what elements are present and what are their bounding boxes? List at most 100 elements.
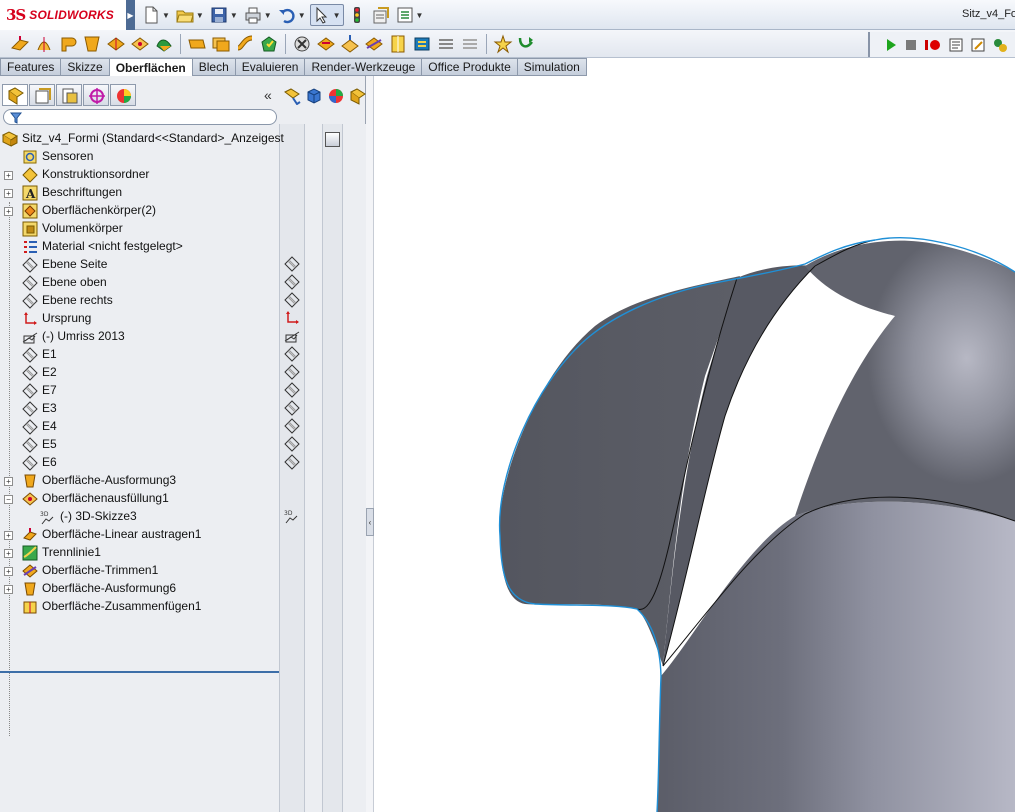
tab-skizze[interactable]: Skizze <box>61 58 110 76</box>
collapse-panel-icon[interactable]: « <box>264 87 272 103</box>
splitter-grip-icon[interactable]: ‹ <box>366 508 374 536</box>
model-view[interactable] <box>375 76 1015 812</box>
chevron-down-icon[interactable]: ▼ <box>298 11 306 20</box>
tab-render-werkzeuge[interactable]: Render-Werkzeuge <box>305 58 423 76</box>
chevron-down-icon[interactable]: ▼ <box>196 11 204 20</box>
tab-configuration-manager[interactable] <box>56 84 82 106</box>
print-button[interactable]: ▼ <box>242 4 274 26</box>
options-button[interactable]: ▼ <box>394 4 426 26</box>
panel-splitter[interactable]: ‹ <box>366 76 374 812</box>
tree-item[interactable]: Material <nicht festgelegt> <box>0 238 279 256</box>
expand-icon[interactable]: + <box>4 585 13 594</box>
knit-surface-icon[interactable] <box>412 34 432 54</box>
extend-surface-icon[interactable] <box>340 34 360 54</box>
hide-show-tree-icon[interactable] <box>283 87 301 105</box>
expand-icon[interactable]: + <box>4 477 13 486</box>
surface-loft-icon[interactable] <box>82 34 102 54</box>
open-document-button[interactable]: ▼ <box>174 4 206 26</box>
save-button[interactable]: ▼ <box>208 4 240 26</box>
tree-item[interactable]: − Oberflächenausfüllung1 <box>0 490 279 508</box>
tab-property-manager[interactable] <box>29 84 55 106</box>
new-macro-icon[interactable] <box>948 37 964 53</box>
expand-icon[interactable]: + <box>4 207 13 216</box>
scene-icon[interactable] <box>349 87 367 105</box>
curves-icon[interactable] <box>517 34 537 54</box>
expand-icon[interactable]: + <box>4 189 13 198</box>
expand-icon[interactable]: + <box>4 567 13 576</box>
record-macro-icon[interactable] <box>924 38 942 52</box>
tree-item[interactable]: Oberfläche-Zusammenfügen1 <box>0 598 279 616</box>
planar-surface-icon[interactable] <box>187 34 207 54</box>
tree-item[interactable]: Sensoren <box>0 148 279 166</box>
tree-item[interactable]: Ebene Seite <box>0 256 279 274</box>
appearance-sphere-icon[interactable] <box>327 87 345 105</box>
untrim-surface-icon[interactable] <box>388 34 408 54</box>
tab-blech[interactable]: Blech <box>192 58 236 76</box>
new-document-button[interactable]: ▼ <box>140 4 172 26</box>
chevron-down-icon[interactable]: ▼ <box>264 11 272 20</box>
tab-oberflaechen[interactable]: Oberflächen <box>109 58 193 77</box>
display-pane-toggle[interactable] <box>325 132 340 147</box>
reference-geometry-icon[interactable] <box>493 34 513 54</box>
tab-dimxpert-manager[interactable] <box>83 84 109 106</box>
chevron-down-icon[interactable]: ▼ <box>230 11 238 20</box>
seat-body-lower[interactable] <box>657 501 1015 812</box>
tab-display-manager[interactable] <box>110 84 136 106</box>
run-macro-icon[interactable] <box>884 38 898 52</box>
display-style-cube-icon[interactable] <box>305 87 323 105</box>
tree-item[interactable]: E3 <box>0 400 279 418</box>
stop-macro-icon[interactable] <box>904 38 918 52</box>
offset-surface-icon[interactable] <box>211 34 231 54</box>
tree-item[interactable]: (-) Umriss 2013 <box>0 328 279 346</box>
tree-filter-input[interactable] <box>3 109 277 125</box>
tree-item[interactable]: E2 <box>0 364 279 382</box>
tab-evaluieren[interactable]: Evaluieren <box>235 58 306 76</box>
tree-item[interactable]: + A Beschriftungen <box>0 184 279 202</box>
tree-root-part[interactable]: Sitz_v4_Formi (Standard<<Standard>_Anzei… <box>0 130 284 148</box>
expand-icon[interactable]: + <box>4 549 13 558</box>
tree-item[interactable]: E6 <box>0 454 279 472</box>
file-properties-button[interactable] <box>370 4 392 26</box>
tree-item[interactable]: + Konstruktionsordner <box>0 166 279 184</box>
tree-item[interactable]: E1 <box>0 346 279 364</box>
tree-item[interactable]: Ursprung <box>0 310 279 328</box>
freeform-icon[interactable] <box>154 34 174 54</box>
ruled-surface-icon[interactable] <box>235 34 255 54</box>
expand-icon[interactable]: + <box>4 531 13 540</box>
tree-item[interactable]: Ebene rechts <box>0 292 279 310</box>
chevron-down-icon[interactable]: ▼ <box>333 11 341 20</box>
tree-item[interactable]: + Oberfläche-Ausformung3 <box>0 472 279 490</box>
undo-button[interactable]: ▼ <box>276 4 308 26</box>
tree-item[interactable]: Ebene oben <box>0 274 279 292</box>
customize-macro-icon[interactable] <box>992 37 1008 53</box>
expand-icon[interactable]: + <box>4 171 13 180</box>
tree-item[interactable]: + Oberfläche-Ausformung6 <box>0 580 279 598</box>
chevron-down-icon[interactable]: ▼ <box>416 11 424 20</box>
trim-surface-icon[interactable] <box>364 34 384 54</box>
tab-features[interactable]: Features <box>0 58 62 76</box>
delete-face-icon[interactable] <box>292 34 312 54</box>
surface-fill-green-icon[interactable] <box>259 34 279 54</box>
tab-feature-manager[interactable] <box>2 84 28 106</box>
tree-item[interactable]: E7 <box>0 382 279 400</box>
chevron-down-icon[interactable]: ▼ <box>162 11 170 20</box>
tab-simulation[interactable]: Simulation <box>517 58 587 76</box>
graphics-area[interactable] <box>375 76 1015 812</box>
rebuild-button[interactable] <box>346 4 368 26</box>
replace-face-icon[interactable] <box>316 34 336 54</box>
tree-item[interactable]: + Oberflächenkörper(2) <box>0 202 279 220</box>
tree-item[interactable]: + Oberfläche-Trimmen1 <box>0 562 279 580</box>
tree-item[interactable]: Volumenkörper <box>0 220 279 238</box>
tree-item[interactable]: E4 <box>0 418 279 436</box>
boundary-surface-icon[interactable] <box>106 34 126 54</box>
collapse-icon[interactable]: − <box>4 495 13 504</box>
solidworks-logo[interactable]: 3S SOLIDWORKS <box>0 0 126 30</box>
menu-expand-arrow[interactable]: ▶ <box>126 0 135 30</box>
filled-surface-icon[interactable] <box>130 34 150 54</box>
tab-office-produkte[interactable]: Office Produkte <box>422 58 518 76</box>
thickened-cut-icon[interactable] <box>460 34 480 54</box>
seat-top-lobe[interactable] <box>795 240 1015 522</box>
tree-item[interactable]: + Trennlinie1 <box>0 544 279 562</box>
thicken-icon[interactable] <box>436 34 456 54</box>
tree-item[interactable]: 3D (-) 3D-Skizze3 <box>0 508 279 526</box>
